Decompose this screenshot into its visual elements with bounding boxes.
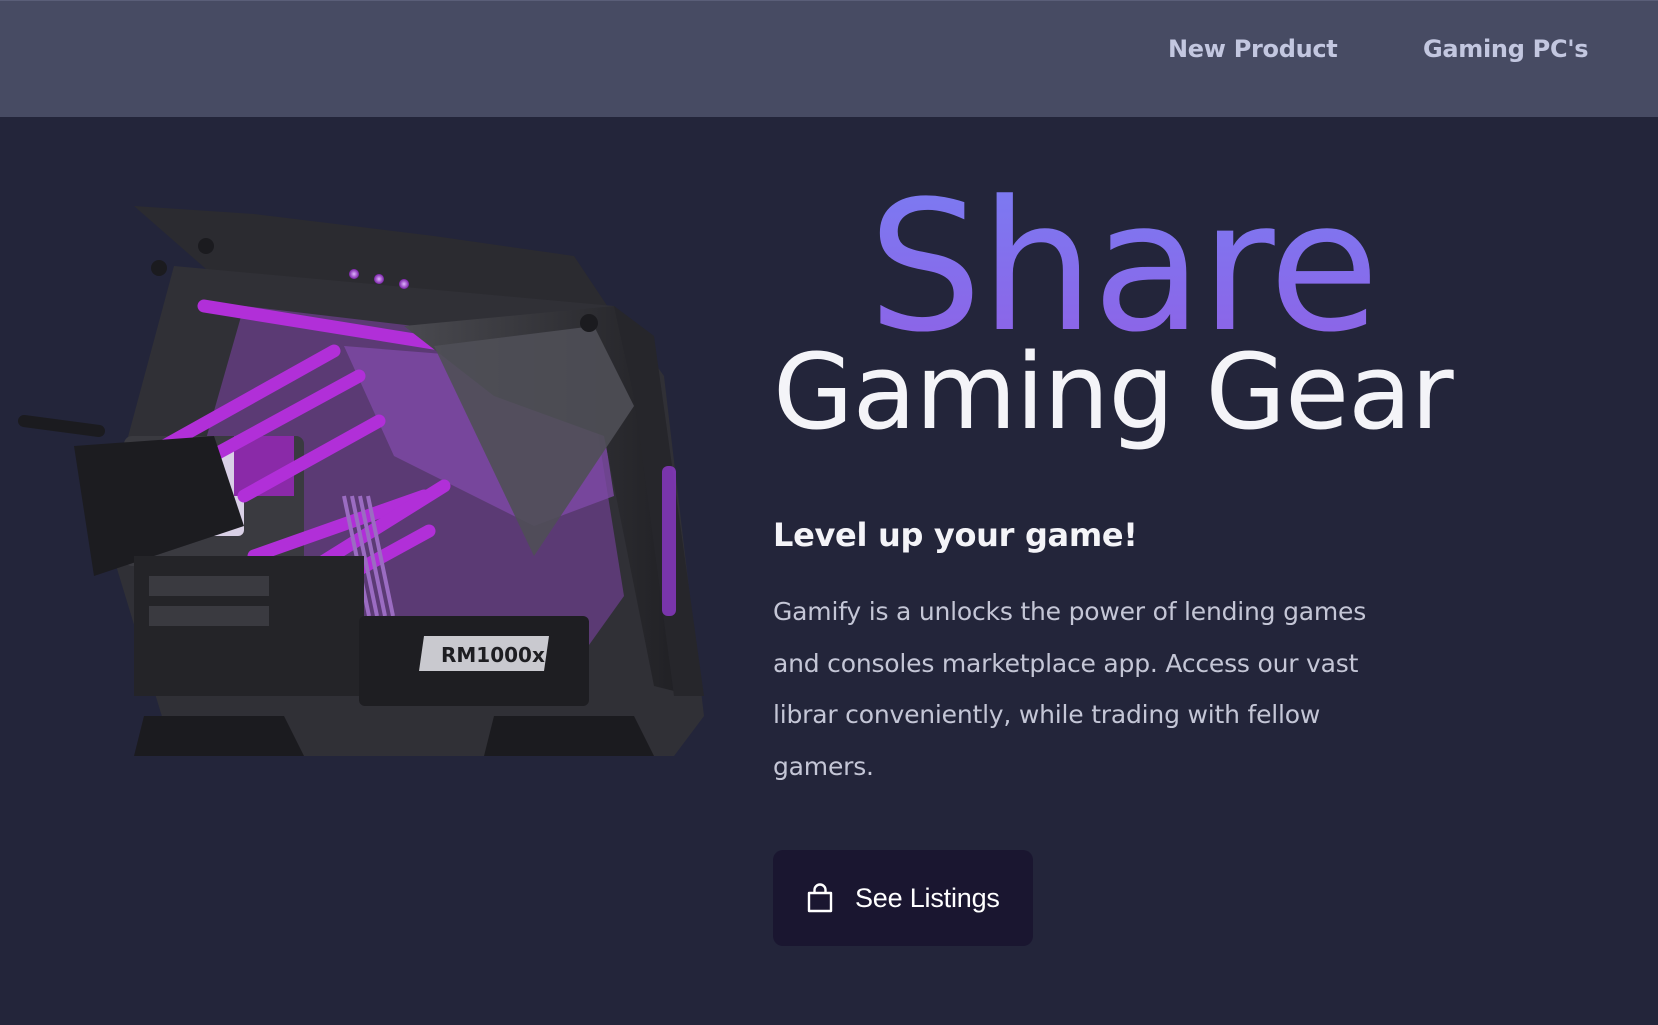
nav-link-gaming-pcs[interactable]: Gaming PC's xyxy=(1423,35,1589,63)
headline-gaming-gear: Gaming Gear xyxy=(773,331,1454,453)
top-navbar: New Product Gaming PC's xyxy=(0,0,1658,117)
see-listings-label: See Listings xyxy=(855,882,1000,913)
gaming-pc-image: RM1000x xyxy=(18,206,704,756)
see-listings-button[interactable]: See Listings xyxy=(773,850,1033,946)
hero-description: Gamify is a unlocks the power of lending… xyxy=(773,597,1367,781)
shopping-bag-icon xyxy=(807,883,833,913)
nav-link-new-product[interactable]: New Product xyxy=(1168,35,1338,63)
psu-label: RM1000x xyxy=(441,643,545,667)
hero-subheading: Level up your game! xyxy=(773,516,1138,554)
